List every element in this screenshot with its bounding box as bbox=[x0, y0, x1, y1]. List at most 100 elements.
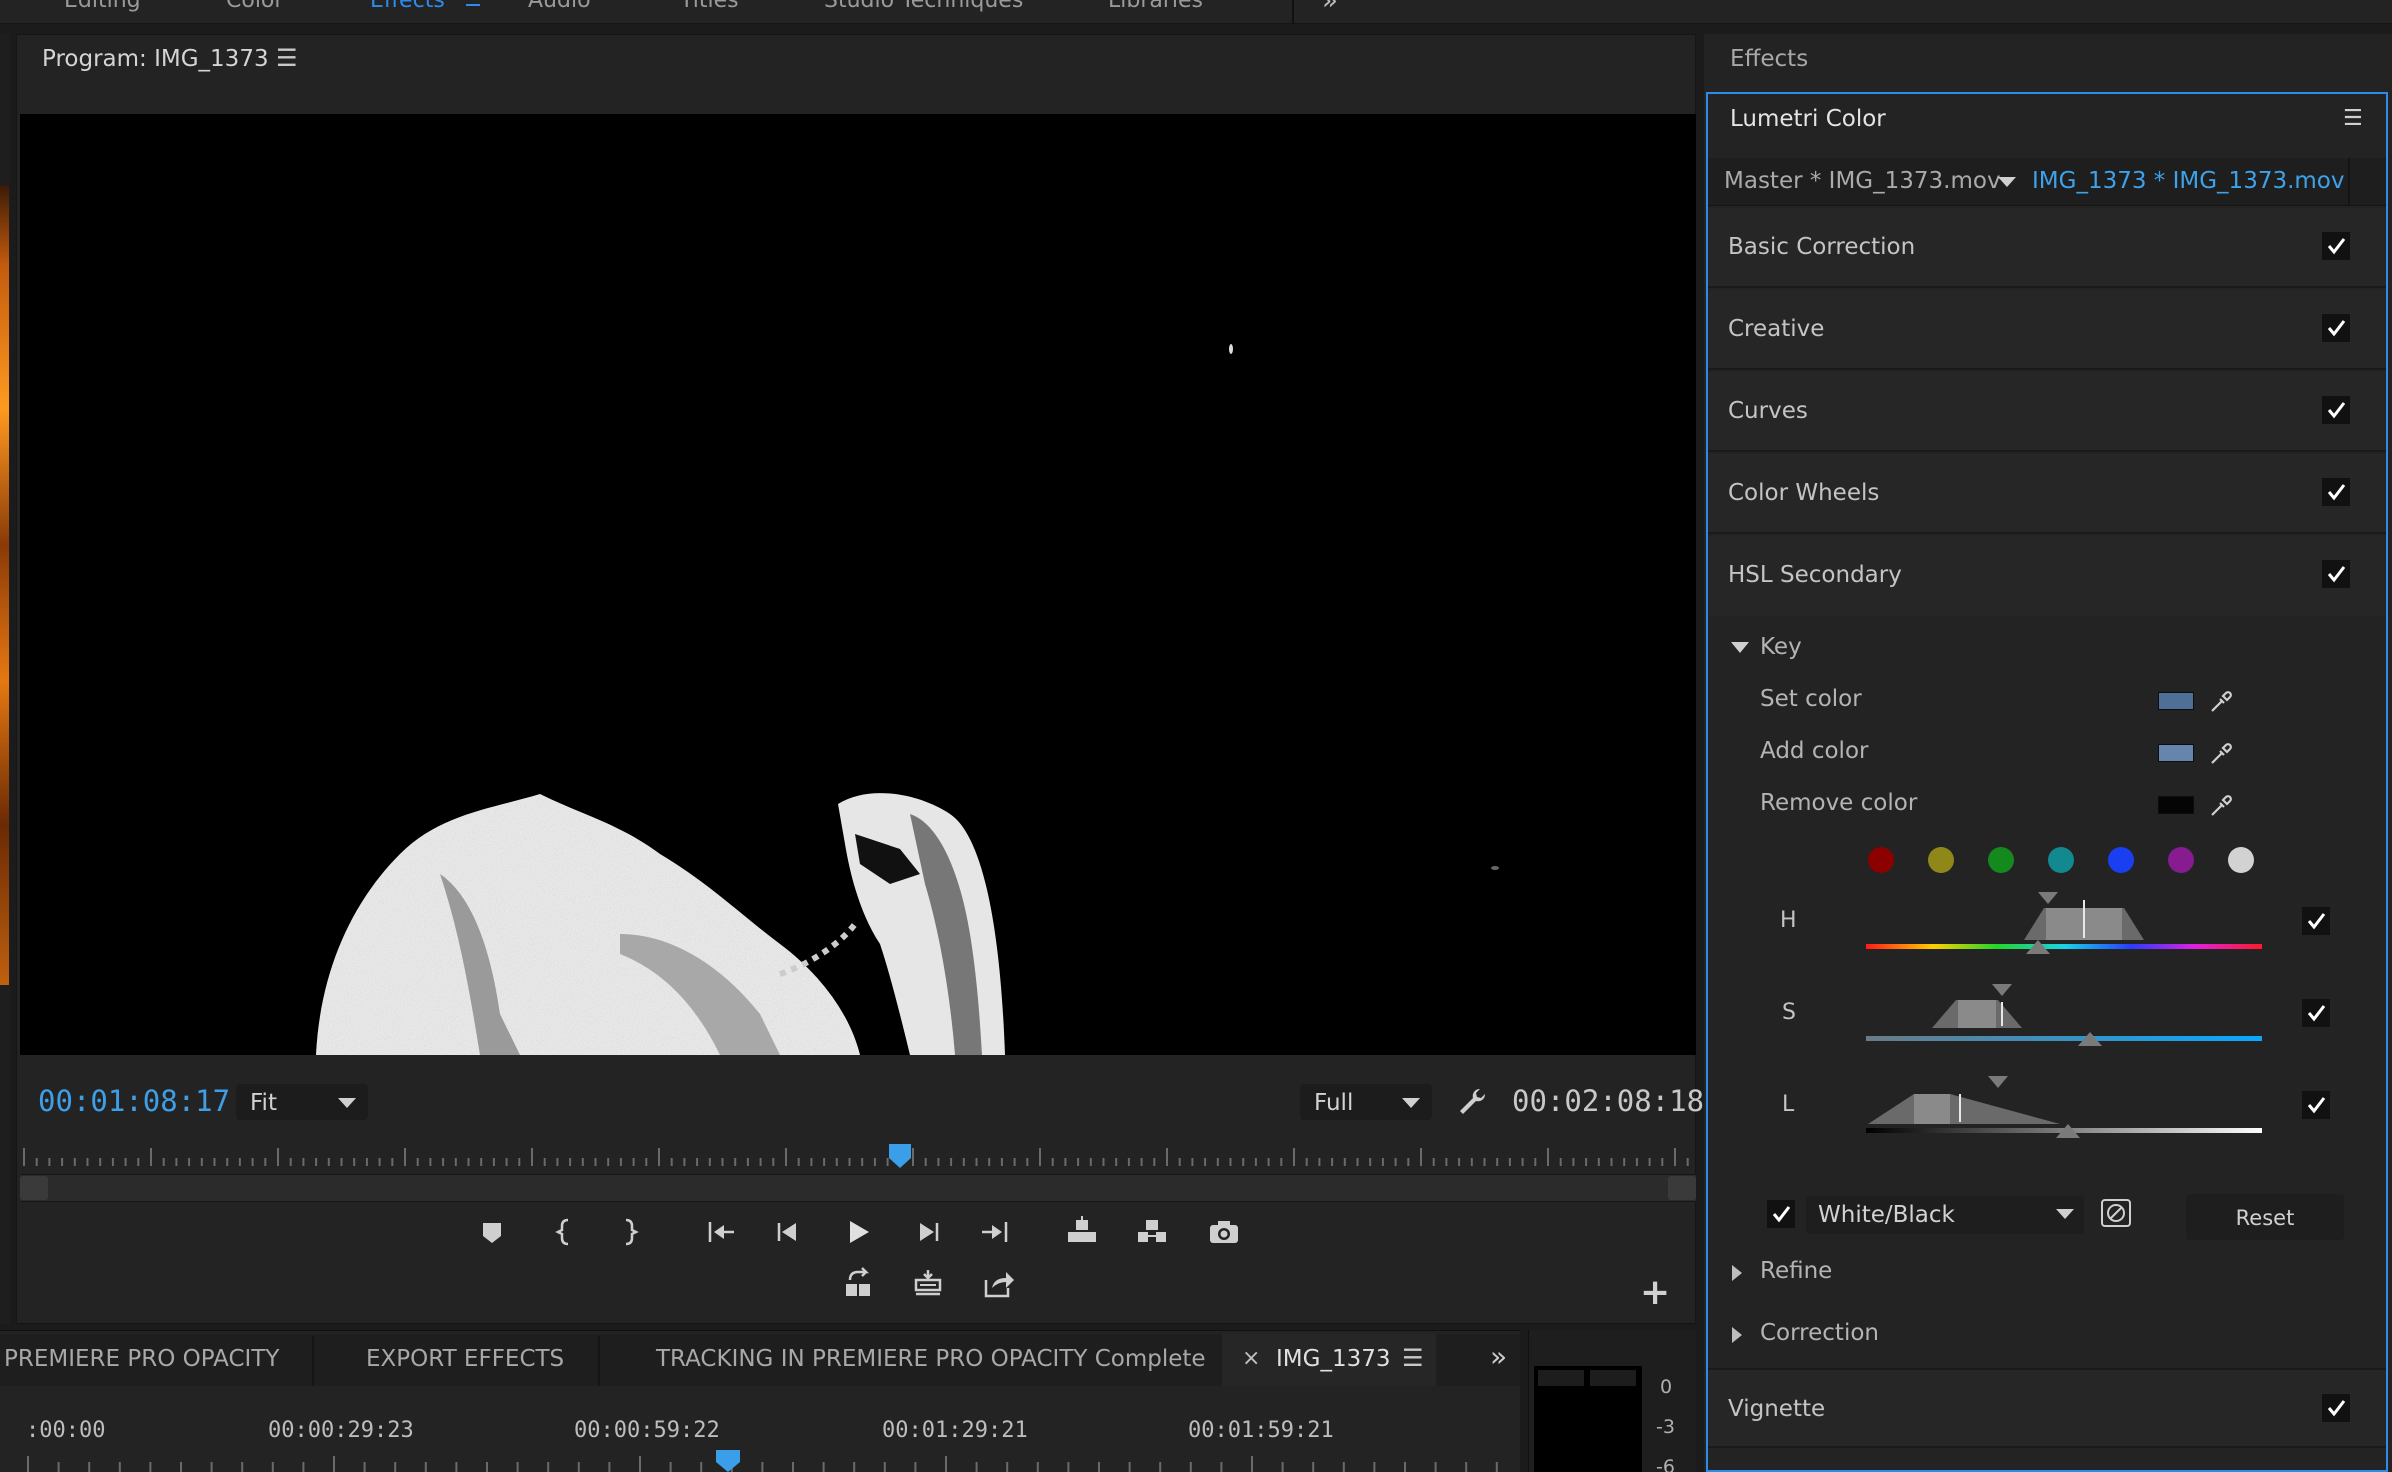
section-curves[interactable]: Curves bbox=[1708, 372, 2386, 452]
section-label: HSL Secondary bbox=[1728, 562, 1902, 588]
refine-subsection-label[interactable]: Refine bbox=[1760, 1258, 1832, 1284]
lumetri-color-title[interactable]: Lumetri Color bbox=[1730, 106, 1886, 132]
zoom-scrollbar[interactable] bbox=[20, 1174, 1696, 1202]
checkbox[interactable] bbox=[2322, 1394, 2350, 1422]
reset-button[interactable]: Reset bbox=[2186, 1194, 2344, 1240]
extract-icon[interactable] bbox=[1134, 1214, 1170, 1250]
overwrite-icon[interactable] bbox=[910, 1266, 946, 1302]
luminance-range-slider[interactable] bbox=[1864, 1072, 2264, 1142]
program-monitor-title[interactable]: Program: IMG_1373 bbox=[42, 46, 269, 72]
workspace-tab-effects[interactable]: Effects bbox=[370, 0, 445, 13]
workspace-tab-titles[interactable]: Titles bbox=[680, 0, 739, 13]
workspace-bar: Editing Color Effects Audio Titles Studi… bbox=[0, 0, 2392, 24]
checkmark-icon bbox=[2327, 1400, 2346, 1417]
playhead-marker[interactable] bbox=[888, 1144, 911, 1168]
wrench-icon[interactable] bbox=[1456, 1086, 1488, 1118]
saturation-enable-checkbox[interactable] bbox=[2302, 999, 2330, 1027]
checkbox[interactable] bbox=[2322, 396, 2350, 424]
master-clip-tab[interactable]: Master * IMG_1373.mov bbox=[1724, 168, 2001, 194]
export-icon[interactable] bbox=[980, 1266, 1016, 1302]
meter-label: -3 bbox=[1656, 1416, 1675, 1438]
current-timecode[interactable]: 00:01:08:17 bbox=[38, 1084, 230, 1118]
scrollbar-left-handle[interactable] bbox=[20, 1176, 48, 1200]
step-forward-icon[interactable] bbox=[910, 1214, 946, 1250]
set-color-label: Set color bbox=[1760, 686, 1862, 712]
timeline-playhead[interactable] bbox=[716, 1450, 740, 1472]
workspace-tab-libraries[interactable]: Libraries bbox=[1108, 0, 1203, 13]
eyedropper-icon[interactable] bbox=[2208, 689, 2234, 715]
checkbox[interactable] bbox=[2322, 478, 2350, 506]
hue-range-slider[interactable] bbox=[1864, 888, 2264, 958]
add-button-icon[interactable]: + bbox=[1640, 1272, 1670, 1313]
play-icon[interactable] bbox=[840, 1214, 876, 1250]
effects-panel-title[interactable]: Effects bbox=[1730, 46, 1808, 72]
preset-red-dot[interactable] bbox=[1868, 847, 1894, 873]
chevron-down-icon bbox=[2056, 1209, 2074, 1219]
preset-magenta-dot[interactable] bbox=[2168, 847, 2194, 873]
saturation-range-slider[interactable] bbox=[1864, 980, 2264, 1050]
workspace-tab-audio[interactable]: Audio bbox=[528, 0, 591, 13]
mark-out-icon[interactable] bbox=[610, 1214, 646, 1250]
camera-icon[interactable] bbox=[1206, 1214, 1242, 1250]
disclosure-collapsed-icon[interactable] bbox=[1732, 1265, 1742, 1281]
workspace-tab-color[interactable]: Color bbox=[226, 0, 283, 13]
checkbox[interactable] bbox=[2322, 314, 2350, 342]
step-back-icon[interactable] bbox=[770, 1214, 806, 1250]
correction-subsection-label[interactable]: Correction bbox=[1760, 1320, 1879, 1346]
insert-icon[interactable] bbox=[840, 1266, 876, 1302]
close-icon[interactable]: × bbox=[1242, 1346, 1260, 1371]
section-hsl-secondary[interactable]: HSL Secondary bbox=[1708, 536, 2386, 616]
preset-blue-dot[interactable] bbox=[2108, 847, 2134, 873]
workspace-tab-studio-techniques[interactable]: Studio Techniques bbox=[824, 0, 1023, 13]
double-chevron-right-icon[interactable]: » bbox=[1490, 1340, 1507, 1373]
playback-resolution-dropdown[interactable]: Full bbox=[1300, 1084, 1432, 1120]
clip-instance-tab[interactable]: IMG_1373 * IMG_1373.mov bbox=[2032, 168, 2345, 194]
checkmark-icon bbox=[2307, 1097, 2326, 1114]
set-color-swatch[interactable] bbox=[2158, 692, 2194, 710]
checkmark-icon bbox=[2327, 238, 2346, 255]
invert-mask-icon[interactable] bbox=[2100, 1198, 2132, 1228]
hue-enable-checkbox[interactable] bbox=[2302, 907, 2330, 935]
section-color-wheels[interactable]: Color Wheels bbox=[1708, 454, 2386, 534]
show-mask-checkbox[interactable] bbox=[1767, 1200, 1795, 1228]
double-chevron-right-icon[interactable]: » bbox=[1322, 0, 1338, 16]
eyedropper-plus-icon[interactable] bbox=[2208, 741, 2234, 767]
hamburger-menu-icon[interactable]: ☰ bbox=[276, 44, 298, 72]
add-marker-icon[interactable] bbox=[474, 1214, 510, 1250]
checkbox[interactable] bbox=[2322, 232, 2350, 260]
preset-green-dot[interactable] bbox=[1988, 847, 2014, 873]
lift-icon[interactable] bbox=[1064, 1214, 1100, 1250]
remove-color-swatch[interactable] bbox=[2158, 796, 2194, 814]
timeline-tab-export-effects[interactable]: EXPORT EFFECTS bbox=[366, 1346, 564, 1372]
key-subsection-label[interactable]: Key bbox=[1760, 634, 1802, 660]
add-color-swatch[interactable] bbox=[2158, 744, 2194, 762]
timeline-tab-premiere-pro-opacity[interactable]: PREMIERE PRO OPACITY bbox=[4, 1346, 279, 1372]
section-vignette[interactable]: Vignette bbox=[1708, 1368, 2386, 1448]
chevron-down-icon bbox=[338, 1098, 356, 1108]
mark-in-icon[interactable] bbox=[548, 1214, 584, 1250]
scrollbar-right-handle[interactable] bbox=[1668, 1176, 1696, 1200]
time-ruler[interactable] bbox=[20, 1140, 1696, 1170]
section-creative[interactable]: Creative bbox=[1708, 290, 2386, 370]
timeline-tab-tracking[interactable]: TRACKING IN PREMIERE PRO OPACITY Complet… bbox=[656, 1346, 1206, 1372]
workspace-menu-icon[interactable] bbox=[466, 4, 480, 6]
hamburger-menu-icon[interactable]: ☰ bbox=[2343, 106, 2363, 131]
hamburger-menu-icon[interactable]: ☰ bbox=[1402, 1344, 1424, 1372]
chevron-down-icon[interactable] bbox=[1998, 177, 2016, 187]
preset-cyan-dot[interactable] bbox=[2048, 847, 2074, 873]
remove-color-label: Remove color bbox=[1760, 790, 1918, 816]
checkbox[interactable] bbox=[2322, 560, 2350, 588]
timeline-ruler[interactable] bbox=[24, 1456, 1520, 1472]
preset-yellow-dot[interactable] bbox=[1928, 847, 1954, 873]
eyedropper-minus-icon[interactable] bbox=[2208, 793, 2234, 819]
go-to-out-icon[interactable] bbox=[978, 1214, 1014, 1250]
disclosure-collapsed-icon[interactable] bbox=[1732, 1327, 1742, 1343]
luminance-enable-checkbox[interactable] bbox=[2302, 1091, 2330, 1119]
workspace-tab-editing[interactable]: Editing bbox=[64, 0, 141, 13]
section-basic-correction[interactable]: Basic Correction bbox=[1708, 208, 2386, 288]
preset-white-dot[interactable] bbox=[2228, 847, 2254, 873]
saturation-label: S bbox=[1782, 1000, 1796, 1025]
zoom-level-dropdown[interactable]: Fit bbox=[236, 1084, 368, 1120]
disclosure-expanded-icon[interactable] bbox=[1731, 642, 1749, 653]
go-to-in-icon[interactable] bbox=[702, 1214, 738, 1250]
